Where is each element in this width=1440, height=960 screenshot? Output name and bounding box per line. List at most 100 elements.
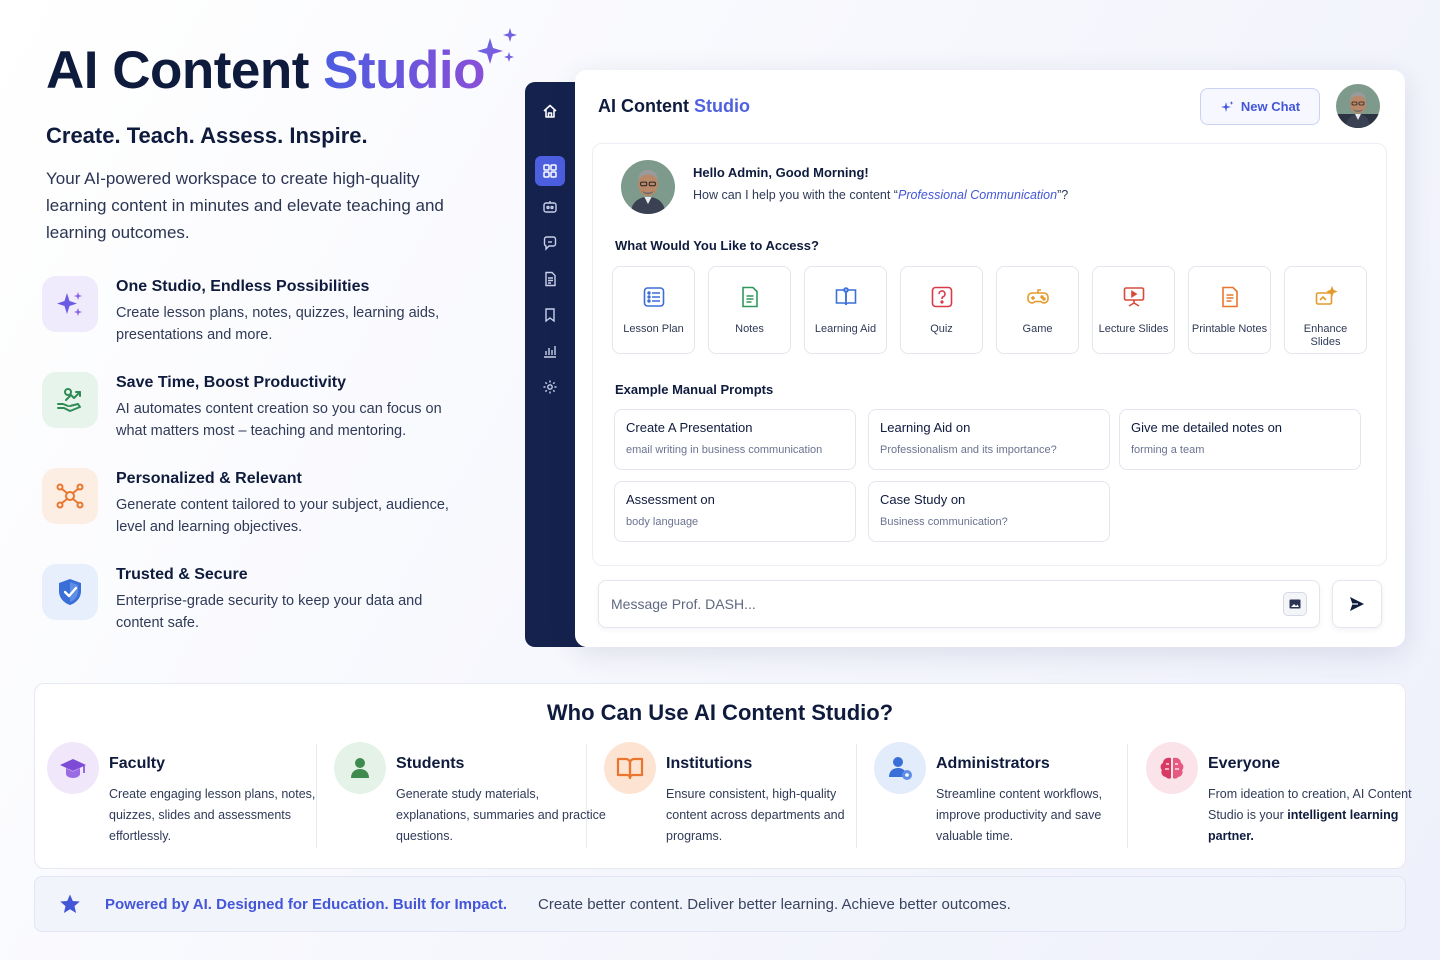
tile-label: Lesson Plan [623, 323, 684, 335]
greeting-title: Hello Admin, Good Morning! [693, 165, 869, 180]
audience-text: From ideation to creation, AI Content St… [1208, 784, 1418, 847]
prompt-title: Give me detailed notes on [1131, 420, 1283, 435]
home-icon[interactable] [535, 96, 565, 126]
app-title-main: AI Content [598, 96, 689, 116]
audience-name: Students [396, 755, 465, 772]
chat-panel: Hello Admin, Good Morning! How can I hel… [592, 143, 1387, 566]
question-icon [926, 281, 958, 313]
tile-learning-aid[interactable]: Learning Aid [804, 266, 887, 354]
prompt-subtitle: email writing in business communication [626, 444, 823, 456]
magic-slides-icon [1310, 281, 1342, 313]
greeting-prefix: How can I help you with the content “ [693, 188, 898, 202]
hero-title: AI Content Studio [46, 40, 486, 101]
footer-banner: Powered by AI. Designed for Education. B… [34, 876, 1406, 932]
dashboard-grid-icon[interactable] [535, 156, 565, 186]
prompt-subtitle: forming a team [1131, 444, 1205, 456]
banner-tagline: Powered by AI. Designed for Education. B… [105, 895, 507, 913]
tile-notes[interactable]: Notes [708, 266, 791, 354]
tile-lecture-slides[interactable]: Lecture Slides [1092, 266, 1175, 354]
audience-administrators: Administrators Streamline content workfl… [874, 742, 1144, 852]
prompt-card[interactable]: Case Study on Business communication? [868, 481, 1110, 542]
prompt-card[interactable]: Give me detailed notes on forming a team [1119, 409, 1361, 470]
tile-label: Game [1022, 323, 1053, 335]
audience-text: Ensure consistent, high-quality content … [666, 787, 845, 843]
content-type-tiles: Lesson Plan Notes Learning Aid Quiz Game… [612, 266, 1367, 354]
greeting-topic[interactable]: Professional Communication [898, 188, 1057, 202]
banner-text: Create better content. Deliver better le… [538, 895, 1011, 913]
bookmark-icon[interactable] [535, 300, 565, 330]
tile-quiz[interactable]: Quiz [900, 266, 983, 354]
analytics-icon[interactable] [535, 336, 565, 366]
brain-icon [1146, 742, 1198, 794]
target-network-icon [42, 468, 98, 524]
feature-text: Enterprise-grade security to keep your d… [116, 593, 423, 631]
column-divider [316, 744, 317, 848]
prompt-card[interactable]: Create A Presentation email writing in b… [614, 409, 856, 470]
assistant-avatar [621, 160, 675, 214]
tile-game[interactable]: Game [996, 266, 1079, 354]
feature-item: Trusted & Secure Enterprise-grade securi… [42, 564, 482, 634]
column-divider [1127, 744, 1128, 848]
admin-user-icon [874, 742, 926, 794]
feature-text: AI automates content creation so you can… [116, 401, 442, 439]
shield-icon [42, 564, 98, 620]
prompt-card[interactable]: Learning Aid on Professionalism and its … [868, 409, 1110, 470]
prompt-subtitle: Business communication? [880, 516, 1008, 528]
bot-icon[interactable] [535, 192, 565, 222]
audience-institutions: Institutions Ensure consistent, high-qua… [604, 742, 874, 852]
audience-name: Institutions [666, 755, 753, 772]
chat-icon[interactable] [535, 228, 565, 258]
settings-gear-icon[interactable] [535, 372, 565, 402]
feature-title: One Studio, Endless Possibilities [116, 278, 370, 295]
audience-text: Create engaging lesson plans, notes, qui… [109, 787, 316, 843]
prompt-title: Case Study on [880, 492, 966, 507]
audience-everyone: Everyone From ideation to creation, AI C… [1146, 742, 1416, 852]
audience-name: Administrators [936, 755, 1050, 772]
printable-doc-icon [1214, 281, 1246, 313]
document-icon[interactable] [535, 264, 565, 294]
audience-text: Generate study materials, explanations, … [396, 787, 606, 843]
feature-text: Generate content tailored to your subjec… [116, 497, 449, 535]
send-icon [1350, 597, 1364, 611]
prompts-label: Example Manual Prompts [615, 382, 774, 397]
presentation-icon [1118, 281, 1150, 313]
user-avatar[interactable] [1336, 84, 1380, 128]
column-divider [856, 744, 857, 848]
greeting-suffix: ”? [1057, 188, 1069, 202]
notes-icon [734, 281, 766, 313]
tile-lesson-plan[interactable]: Lesson Plan [612, 266, 695, 354]
prompt-subtitle: body language [626, 516, 699, 528]
list-icon [638, 281, 670, 313]
book-icon [830, 281, 862, 313]
new-chat-button[interactable]: New Chat [1200, 88, 1320, 125]
hero-title-accent: Studio [323, 41, 485, 100]
audience-title: Who Can Use AI Content Studio? [546, 700, 894, 725]
graduation-cap-icon [47, 742, 99, 794]
hero-title-main: AI Content [46, 41, 309, 100]
hero-tagline: Create. Teach. Assess. Inspire. [46, 123, 368, 148]
tile-printable-notes[interactable]: Printable Notes [1188, 266, 1271, 354]
open-book-icon [604, 742, 656, 794]
sparkles-icon [42, 276, 98, 332]
tile-enhance-slides[interactable]: Enhance Slides [1284, 266, 1367, 354]
tile-label: Quiz [930, 323, 953, 335]
growth-hand-icon [42, 372, 98, 428]
audience-students: Students Generate study materials, expla… [334, 742, 606, 852]
send-button[interactable] [1332, 580, 1382, 628]
feature-item: Save Time, Boost Productivity AI automat… [42, 372, 482, 442]
feature-list: One Studio, Endless Possibilities Create… [42, 276, 482, 660]
student-icon [334, 742, 386, 794]
app-window: AI Content Studio New Chat Hello Admin, … [525, 70, 1405, 647]
image-upload-icon[interactable] [1283, 592, 1307, 616]
column-divider [586, 744, 587, 848]
audience-section: Who Can Use AI Content Studio? Faculty C… [34, 683, 1412, 869]
tile-label: Learning Aid [814, 323, 877, 335]
greeting-message: How can I help you with the content “Pro… [693, 188, 1068, 202]
tile-label: Printable Notes [1191, 323, 1268, 335]
prompt-card[interactable]: Assessment on body language [614, 481, 856, 542]
star-icon [60, 894, 80, 913]
message-input[interactable]: Message Prof. DASH... [598, 580, 1320, 628]
hero-description: Your AI-powered workspace to create high… [46, 169, 444, 242]
feature-title: Personalized & Relevant [116, 470, 302, 487]
new-chat-label: New Chat [1240, 99, 1301, 114]
